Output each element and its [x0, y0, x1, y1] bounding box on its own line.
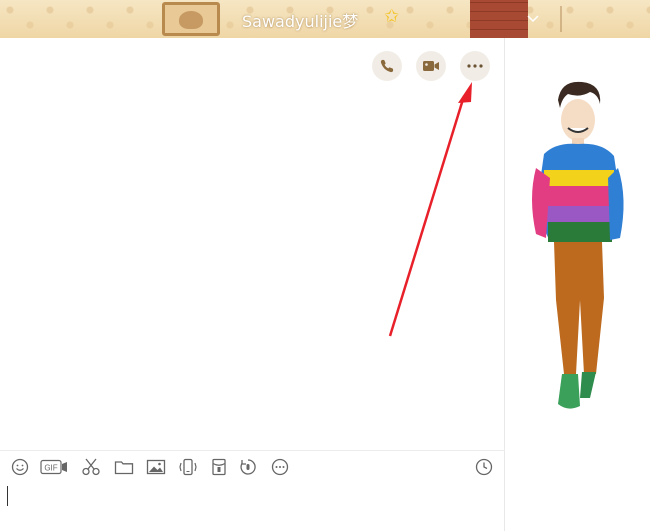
more-tools-icon[interactable]	[270, 456, 290, 478]
skin-shelf	[560, 6, 630, 32]
chevron-down-icon[interactable]	[526, 12, 540, 24]
red-packet-icon[interactable]	[210, 456, 228, 478]
title-bar: Sawadyulijie梦 ✩	[0, 0, 650, 38]
video-call-button[interactable]	[416, 51, 446, 81]
gif-label: GIF	[44, 464, 57, 473]
chat-panel: GIF	[0, 38, 505, 531]
emoji-icon[interactable]	[10, 456, 30, 478]
history-clock-icon[interactable]	[474, 456, 494, 478]
input-toolbar: GIF	[0, 450, 505, 482]
image-icon[interactable]	[146, 456, 166, 478]
ellipsis-icon	[467, 64, 483, 68]
folder-icon[interactable]	[114, 456, 134, 478]
skin-brick-wall	[470, 0, 528, 38]
phone-icon	[380, 59, 394, 73]
avatar-character-icon	[532, 81, 624, 409]
message-input[interactable]	[0, 482, 505, 531]
shake-icon[interactable]	[178, 456, 198, 478]
skin-picture-frame	[162, 2, 220, 36]
gif-icon[interactable]: GIF	[40, 456, 68, 478]
more-options-button[interactable]	[460, 51, 490, 81]
text-caret	[7, 486, 8, 506]
avatar-show-panel	[506, 38, 650, 531]
voice-message-icon[interactable]	[238, 456, 258, 478]
contact-name: Sawadyulijie梦	[242, 12, 359, 31]
message-history-area[interactable]	[0, 88, 505, 448]
vip-star-icon: ✩	[384, 6, 400, 27]
video-camera-icon	[423, 61, 439, 71]
scissors-icon[interactable]	[80, 456, 102, 478]
voice-call-button[interactable]	[372, 51, 402, 81]
